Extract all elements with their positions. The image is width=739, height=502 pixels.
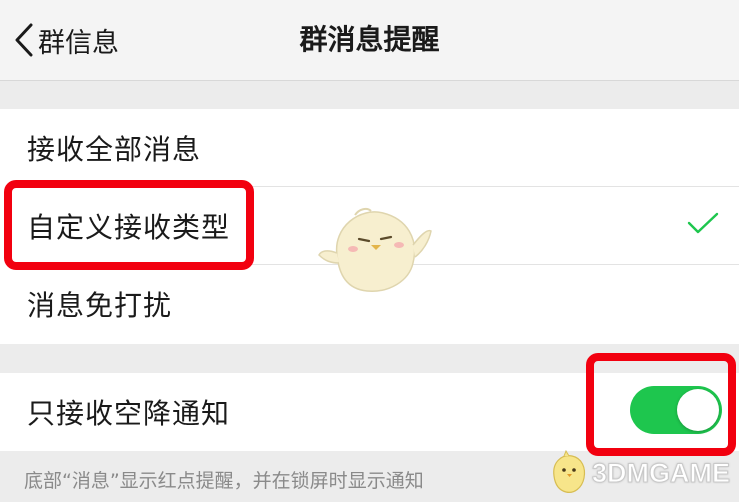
watermark-text: 3DMGAME: [591, 457, 731, 488]
navigation-bar: 群信息 群消息提醒: [0, 0, 739, 81]
checkmark-icon: [687, 212, 719, 234]
highlight-box-toggle: [586, 353, 736, 456]
airdrop-note: 底部“消息”显示红点提醒，并在锁屏时显示通知: [24, 470, 424, 492]
option-label: 消息免打扰: [27, 289, 173, 322]
mascot-sticker-icon: [318, 207, 432, 292]
airdrop-only-label: 只接收空降通知: [27, 397, 231, 430]
chick-logo-icon: [553, 450, 586, 493]
watermark: 3DMGAME: [548, 447, 731, 499]
option-receive-all[interactable]: 接收全部消息: [0, 109, 739, 187]
option-label: 接收全部消息: [27, 133, 202, 166]
highlight-box-custom-types: [4, 180, 254, 270]
page-title: 群消息提醒: [299, 23, 440, 56]
